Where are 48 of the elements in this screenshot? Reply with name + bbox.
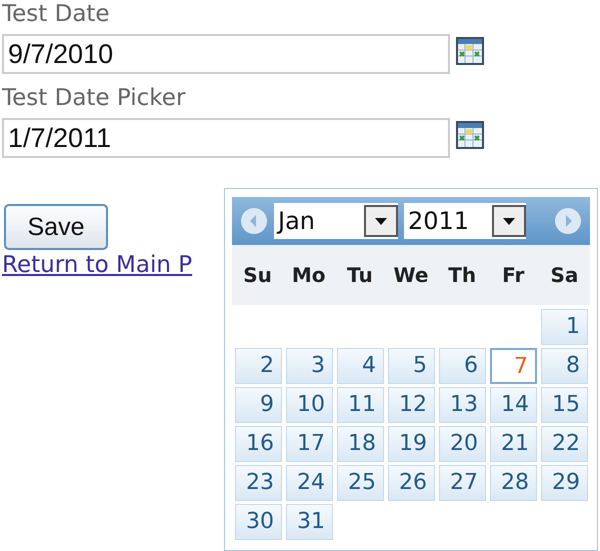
date-field[interactable]: 9/7/2010 bbox=[2, 34, 450, 74]
weekday-label: We bbox=[394, 263, 428, 287]
weekday-label: Th bbox=[448, 263, 476, 287]
field-label: Test Date Picker bbox=[2, 84, 186, 113]
return-link[interactable]: Return to Main P bbox=[2, 252, 192, 278]
day-cell[interactable]: 26 bbox=[388, 465, 435, 501]
day-cell[interactable]: 27 bbox=[439, 465, 486, 501]
day-cell[interactable]: 25 bbox=[337, 465, 384, 501]
day-cell[interactable]: 10 bbox=[286, 387, 333, 423]
weekday-label: Mo bbox=[292, 263, 326, 287]
day-cell[interactable]: 14 bbox=[490, 387, 537, 423]
calendar-icon[interactable] bbox=[456, 121, 484, 149]
weekday-label: Sa bbox=[550, 263, 578, 287]
day-cell[interactable]: 15 bbox=[541, 387, 588, 423]
day-cell[interactable]: 9 bbox=[235, 387, 282, 423]
day-cell[interactable]: 22 bbox=[541, 426, 588, 462]
day-cell[interactable]: 19 bbox=[388, 426, 435, 462]
day-cell[interactable]: 2 bbox=[235, 348, 282, 384]
day-cell[interactable]: 6 bbox=[439, 348, 486, 384]
month-select[interactable]: Jan bbox=[274, 203, 398, 239]
year-select[interactable]: 2011 bbox=[404, 203, 526, 239]
day-cell[interactable]: 5 bbox=[388, 348, 435, 384]
weekday-label: Fr bbox=[502, 263, 524, 287]
day-cell[interactable]: 12 bbox=[388, 387, 435, 423]
day-cell[interactable]: 18 bbox=[337, 426, 384, 462]
day-cell[interactable]: 20 bbox=[439, 426, 486, 462]
day-cell[interactable]: 17 bbox=[286, 426, 333, 462]
calendar-icon[interactable] bbox=[456, 37, 484, 65]
day-cell[interactable]: 7 bbox=[490, 348, 537, 384]
weekday-label: Tu bbox=[347, 263, 373, 287]
day-cell[interactable]: 21 bbox=[490, 426, 537, 462]
day-cell[interactable]: 31 bbox=[286, 504, 333, 540]
day-cell[interactable]: 16 bbox=[235, 426, 282, 462]
day-cell[interactable]: 4 bbox=[337, 348, 384, 384]
day-cell[interactable]: 13 bbox=[439, 387, 486, 423]
day-cell[interactable]: 30 bbox=[235, 504, 282, 540]
field-label: Test Date bbox=[2, 0, 111, 29]
day-cell[interactable]: 1 bbox=[541, 309, 588, 345]
day-cell[interactable]: 29 bbox=[541, 465, 588, 501]
weekday-label: Su bbox=[243, 263, 272, 287]
save-button[interactable]: Save bbox=[4, 204, 108, 250]
day-cell[interactable]: 24 bbox=[286, 465, 333, 501]
day-cell[interactable]: 8 bbox=[541, 348, 588, 384]
day-cell[interactable]: 28 bbox=[490, 465, 537, 501]
day-cell[interactable]: 23 bbox=[235, 465, 282, 501]
date-field[interactable]: 1/7/2011 bbox=[2, 118, 450, 158]
day-cell[interactable]: 3 bbox=[286, 348, 333, 384]
day-cell[interactable]: 11 bbox=[337, 387, 384, 423]
